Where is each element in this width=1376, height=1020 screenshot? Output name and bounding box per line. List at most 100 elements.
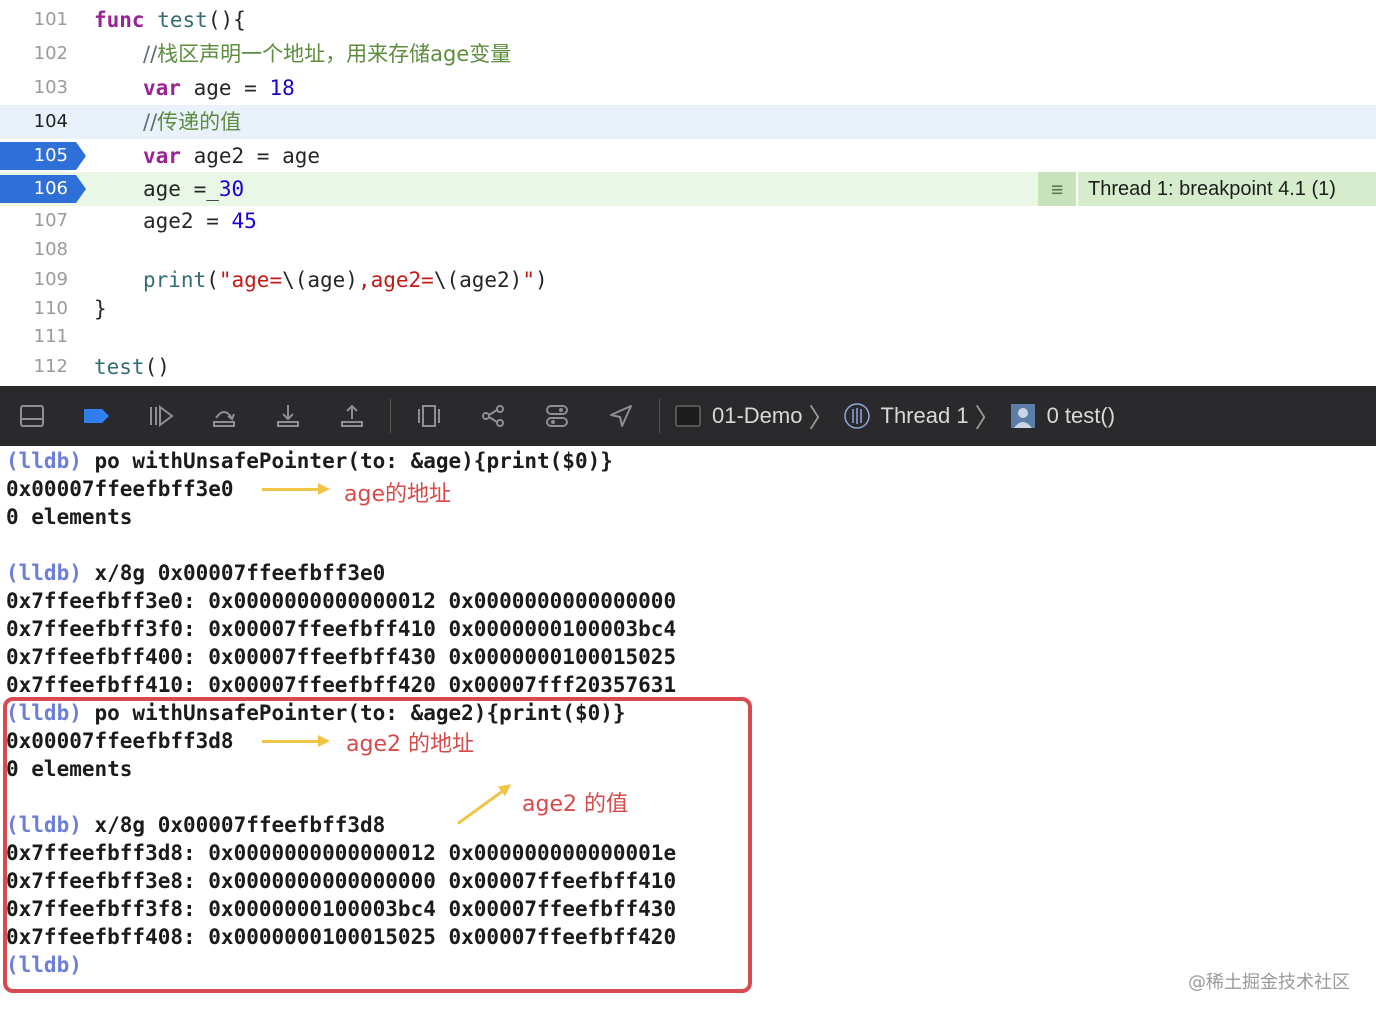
lldb-prompt: (lldb): [6, 561, 82, 585]
interpolation: \(age2): [433, 268, 523, 292]
thread-badge-label: Thread 1: breakpoint 4.1 (1): [1088, 177, 1336, 200]
code-line-103[interactable]: 103 var age = 18: [0, 71, 1376, 105]
step-over-button[interactable]: [192, 386, 256, 446]
code-line-102[interactable]: 102 //栈区声明一个地址，用来存储age变量: [0, 37, 1376, 71]
code-plain: age2 =: [143, 209, 232, 233]
location-arrow-icon: [610, 405, 632, 427]
annotation-arrow: [262, 483, 330, 495]
interpolation: \(age): [282, 268, 358, 292]
console-line: 0x7ffeefbff410: 0x00007ffeefbff420 0x000…: [6, 673, 677, 697]
view-hierarchy-button[interactable]: [397, 386, 461, 446]
hide-debug-area-button[interactable]: [0, 386, 64, 446]
console-line: 0x7ffeefbff400: 0x00007ffeefbff430 0x000…: [6, 645, 677, 669]
console-command: po withUnsafePointer(to: &age){print($0)…: [81, 449, 613, 473]
highlight-box: [3, 697, 752, 993]
code-punct: (): [144, 355, 170, 379]
breadcrumb: 01-Demo 〉 Thread 1 〉 0 test(): [674, 386, 1115, 446]
code-text: var age2 = age: [143, 139, 320, 173]
step-into-icon: [277, 405, 299, 427]
function-name: test: [94, 355, 145, 379]
continue-button[interactable]: [128, 386, 192, 446]
console-line: (lldb) po withUnsafePointer(to: &age){pr…: [6, 447, 613, 475]
number-literal: 45: [231, 209, 257, 233]
line-number: 112: [33, 356, 68, 377]
breadcrumb-frame[interactable]: 0 test(): [1047, 403, 1115, 429]
code-comment: //栈区声明一个地址，用来存储age变量: [143, 37, 511, 71]
line-number: 108: [33, 239, 68, 260]
console-command: x/8g 0x00007ffeefbff3e0: [81, 561, 386, 585]
watermark: @稀土掘金技术社区: [1188, 972, 1350, 993]
continue-icon: [150, 405, 174, 427]
breakpoint-marker[interactable]: 106: [0, 175, 86, 203]
code-editor[interactable]: 101 func test(){ 102 //栈区声明一个地址，用来存储age变…: [0, 0, 1376, 385]
number-literal: 18: [269, 76, 295, 100]
code-line-105[interactable]: 105 var age2 = age: [0, 139, 1376, 173]
line-number: 105: [33, 145, 68, 166]
panel-toggle-icon: [20, 405, 44, 427]
code-line-111[interactable]: 111: [0, 320, 1376, 354]
string-literal: ,age2=: [357, 268, 434, 292]
step-out-icon: [341, 404, 363, 427]
breakpoint-icon: [84, 409, 109, 423]
keyword: func: [94, 8, 145, 32]
toolbar-divider: [659, 399, 660, 433]
code-line-108[interactable]: 108: [0, 233, 1376, 267]
code-plain: age2 = age: [180, 144, 321, 168]
breadcrumb-target[interactable]: 01-Demo: [712, 403, 802, 429]
code-line-104[interactable]: 104 //传递的值: [0, 105, 1376, 139]
memory-graph-button[interactable]: [461, 386, 525, 446]
string-literal: ": [522, 268, 535, 292]
code-text: func test(){: [94, 3, 246, 37]
function-name: print: [143, 268, 207, 292]
step-over-icon: [213, 411, 235, 427]
app-target-icon: [674, 402, 702, 430]
console-line: 0x00007ffeefbff3e0: [6, 477, 234, 501]
string-literal: "age=: [218, 268, 283, 292]
console-line: 0 elements: [6, 505, 133, 529]
line-number: 111: [33, 326, 68, 347]
code-plain: age =: [180, 76, 270, 100]
breadcrumb-thread[interactable]: Thread 1: [881, 403, 969, 429]
line-number: 104: [33, 111, 68, 132]
line-number: 103: [33, 77, 68, 98]
comment-prefix: //: [143, 42, 158, 66]
step-out-button[interactable]: [320, 386, 384, 446]
code-text: age =_30: [143, 172, 244, 206]
chevron-right-icon: 〉: [974, 402, 1001, 433]
code-line-101[interactable]: 101 func test(){: [0, 3, 1376, 37]
debug-toolbar: 01-Demo 〉 Thread 1 〉 0 test(): [0, 386, 1376, 446]
breakpoints-toggle-button[interactable]: [64, 386, 128, 446]
code-comment: //传递的值: [143, 105, 241, 139]
lldb-prompt: (lldb): [6, 449, 82, 473]
code-text: var age = 18: [143, 71, 295, 105]
stack-frame-icon: [1009, 402, 1037, 430]
comment-text: 栈区声明一个地址，用来存储age变量: [157, 42, 512, 66]
line-number: 106: [33, 178, 68, 199]
list-icon: ≡: [1038, 172, 1078, 206]
environment-overrides-button[interactable]: [525, 386, 589, 446]
keyword: var: [143, 76, 181, 100]
code-punct: ): [534, 268, 548, 292]
memory-graph-icon: [482, 405, 504, 427]
toolbar-divider: [390, 399, 391, 433]
function-name: test: [157, 8, 208, 32]
annotation-age-address: age的地址: [344, 482, 451, 507]
console-line: 0x7ffeefbff3e0: 0x0000000000000012 0x000…: [6, 589, 677, 613]
thread-breakpoint-badge[interactable]: ≡ Thread 1: breakpoint 4.1 (1): [1038, 172, 1376, 206]
breakpoint-marker[interactable]: 105: [0, 142, 86, 170]
number-literal: 30: [218, 177, 245, 201]
code-line-112[interactable]: 112 test(): [0, 350, 1376, 384]
thread-icon: [843, 402, 871, 430]
chevron-right-icon: 〉: [808, 402, 835, 433]
line-number: 101: [33, 9, 68, 30]
code-plain: age =_: [143, 177, 219, 201]
keyword: var: [143, 144, 181, 168]
view-hierarchy-icon: [418, 405, 440, 427]
console-line: 0x7ffeefbff3f0: 0x00007ffeefbff410 0x000…: [6, 617, 677, 641]
comment-prefix: //: [143, 110, 158, 134]
code-punct: (: [206, 268, 219, 292]
console-line: (lldb) x/8g 0x00007ffeefbff3e0: [6, 559, 385, 587]
simulate-location-button[interactable]: [589, 386, 653, 446]
comment-text: 传递的值: [157, 110, 242, 134]
step-into-button[interactable]: [256, 386, 320, 446]
